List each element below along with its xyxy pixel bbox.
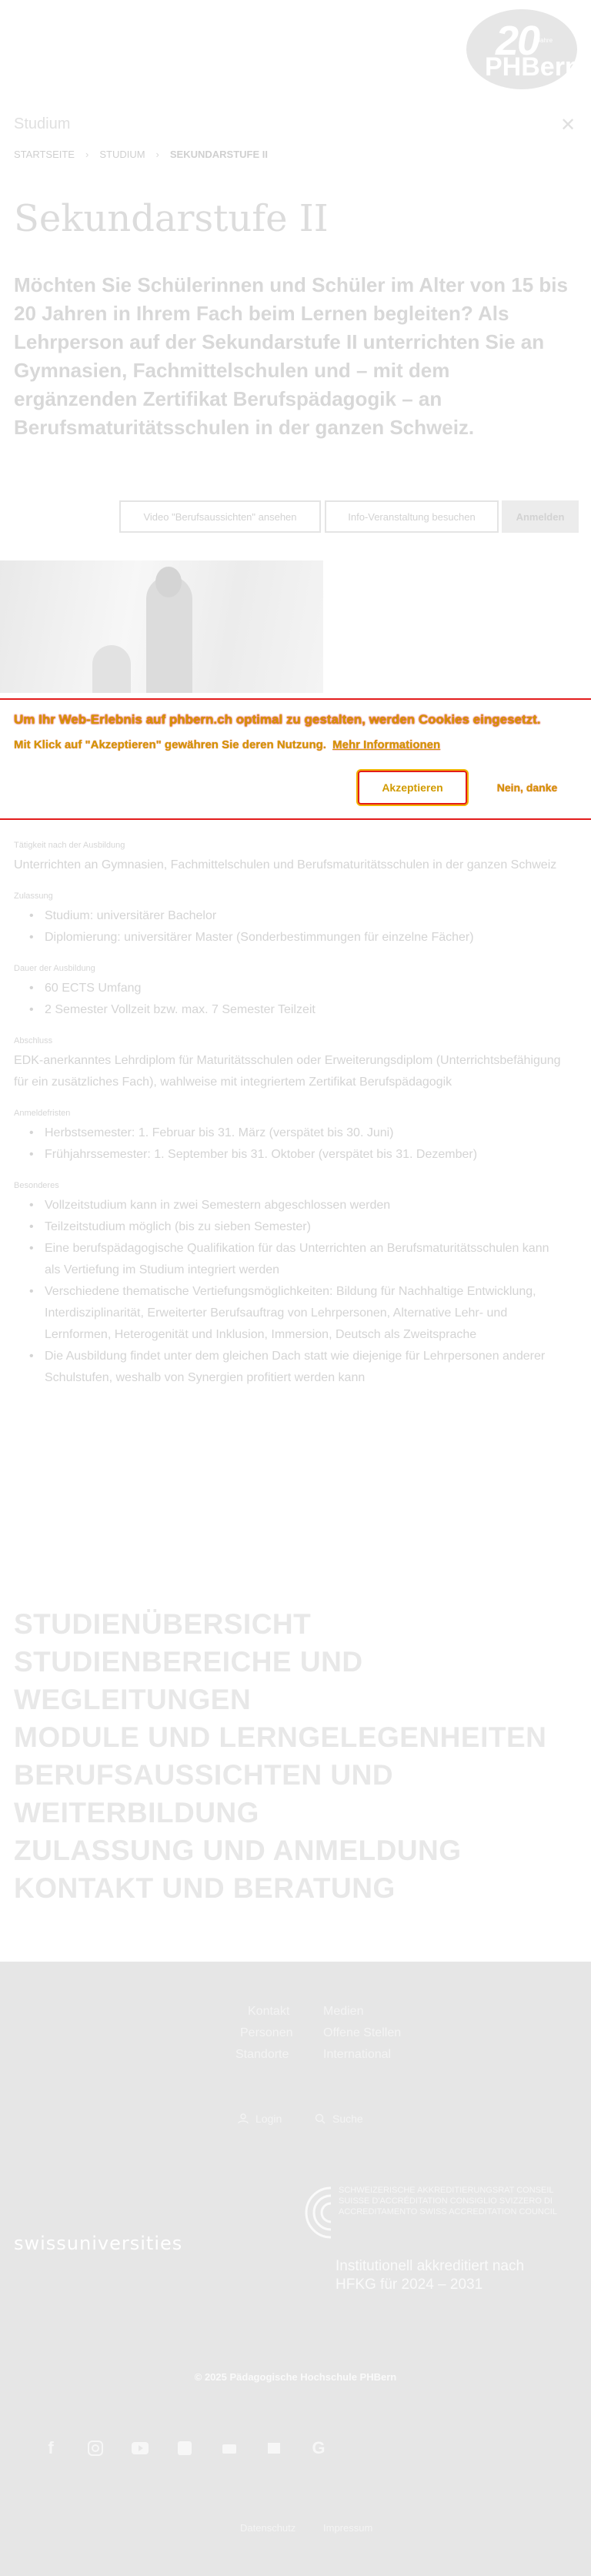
anmelden-button[interactable]: Anmelden [502, 500, 579, 533]
youtube-icon[interactable] [129, 2437, 151, 2459]
cookie-consent-sentence: Mit Klick auf "Akzeptieren" gewähren Sie… [14, 738, 326, 751]
cookie-banner: Um Ihr Web-Erlebnis auf phbern.ch optima… [0, 698, 591, 820]
footer-link-offene-stellen[interactable]: Offene Stellen [323, 2026, 401, 2040]
fact-text: Unterrichten an Gymnasien, Fachmittelsch… [14, 858, 557, 871]
cookie-more-info-link[interactable]: Mehr Informationen [332, 738, 440, 751]
fact-anmeldefristen: Anmeldefristen Herbstsemester: 1. Februa… [14, 1109, 568, 1166]
podcast-icon[interactable] [219, 2437, 240, 2459]
fact-label: Zulassung [14, 892, 53, 901]
footer-link-international[interactable]: International [323, 2048, 391, 2062]
section-label[interactable]: Studium [14, 115, 70, 133]
swissuniversities-logo[interactable]: swissuniversities [14, 2233, 182, 2254]
fact-text: EDK-anerkanntes Lehrdiplom für Maturität… [14, 1054, 561, 1089]
list-item: Diplomierung: universitärer Master (Sond… [14, 927, 568, 948]
page: 20 Jahre PHBern Studium ✕ STARTSEITE › S… [0, 0, 591, 2576]
login-link[interactable]: Login [237, 2113, 282, 2125]
cookie-consent-text: Mit Klick auf "Akzeptieren" gewähren Sie… [14, 738, 440, 751]
copyright: © 2025 Pädagogische Hochschule PHBern [194, 2371, 397, 2383]
search-label: Suche [332, 2113, 363, 2125]
footer-link-medien[interactable]: Medien [323, 2005, 363, 2019]
hero-image [0, 560, 323, 693]
fact-label: Besonderes [14, 1181, 59, 1190]
cookie-decline-button[interactable]: Nein, danke [477, 771, 577, 805]
facts-section: Tätigkeit nach der Ausbildung Unterricht… [14, 841, 568, 1404]
datenschutz-link[interactable]: Datenschutz [240, 2522, 296, 2534]
cookie-text: Um Ihr Web-Erlebnis auf phbern.ch optima… [14, 712, 541, 727]
close-icon[interactable]: ✕ [560, 114, 576, 136]
list-item: Herbstsemester: 1. Februar bis 31. März … [14, 1122, 568, 1144]
nav-zulassung[interactable]: ZULASSUNG UND ANMELDUNG [14, 1832, 591, 1869]
breadcrumb-startseite[interactable]: STARTSEITE [14, 149, 75, 160]
list-item: Studium: universitärer Bachelor [14, 905, 568, 927]
fact-zulassung: Zulassung Studium: universitärer Bachelo… [14, 892, 568, 948]
fact-abschluss: Abschluss EDK-anerkanntes Lehrdiplom für… [14, 1036, 568, 1093]
list-item: 2 Semester Vollzeit bzw. max. 7 Semester… [14, 999, 568, 1021]
social-links: f G [40, 2437, 329, 2459]
fact-list: Studium: universitärer Bachelor Diplomie… [14, 905, 568, 948]
instagram-icon[interactable] [85, 2437, 106, 2459]
login-label: Login [255, 2113, 282, 2125]
list-item: Teilzeitstudium möglich (bis zu sieben S… [14, 1216, 568, 1238]
site-footer: Kontakt Personen Standorte Medien Offene… [0, 1962, 591, 2576]
fact-dauer: Dauer der Ausbildung 60 ECTS Umfang 2 Se… [14, 964, 568, 1021]
footer-link-standorte[interactable]: Standorte [235, 2048, 289, 2062]
fact-label: Anmeldefristen [14, 1109, 71, 1118]
search-icon [314, 2113, 326, 2125]
breadcrumb-separator: › [155, 149, 159, 160]
fact-label: Dauer der Ausbildung [14, 964, 95, 973]
nav-berufsaussichten[interactable]: BERUFSAUSSICHTEN UND WEITERBILDUNG [14, 1756, 591, 1832]
fact-label: Abschluss [14, 1036, 53, 1045]
page-title: Sekundarstufe II [14, 197, 329, 240]
user-icon [237, 2113, 249, 2125]
footer-link-kontakt[interactable]: Kontakt [248, 2005, 289, 2019]
list-item: 60 ECTS Umfang [14, 978, 568, 999]
logo-jahre: Jahre [537, 37, 553, 44]
page-lead: Möchten Sie Schülerinnen und Schüler im … [14, 273, 568, 439]
logo-brand: PHBern [485, 52, 581, 82]
accreditation-statement: Institutionell akkreditiert nach HFKG fü… [336, 2258, 525, 2293]
breadcrumb-separator: › [85, 149, 89, 160]
footer-link-personen[interactable]: Personen [240, 2026, 293, 2040]
nav-studienuebersicht[interactable]: STUDIENÜBERSICHT [14, 1605, 591, 1643]
search-link[interactable]: Suche [314, 2113, 363, 2125]
list-item: Eine berufspädagogische Qualifikation fü… [14, 1238, 568, 1281]
list-item: Vollzeitstudium kann in zwei Semestern a… [14, 1195, 568, 1216]
video-button[interactable]: Video "Berufsaussichten" ansehen [119, 500, 321, 533]
facebook-icon[interactable]: f [40, 2437, 62, 2459]
linkedin-icon[interactable] [174, 2437, 195, 2459]
info-event-button[interactable]: Info-Veranstaltung besuchen [325, 500, 499, 533]
photo-figure [92, 645, 131, 693]
photo-figure [155, 567, 182, 597]
impressum-link[interactable]: Impressum [323, 2522, 372, 2534]
fact-taetigkeit: Tätigkeit nach der Ausbildung Unterricht… [14, 841, 568, 876]
fact-label: Tätigkeit nach der Ausbildung [14, 841, 125, 850]
list-item: Die Ausbildung findet unter dem gleichen… [14, 1346, 568, 1389]
nav-kontakt[interactable]: KONTAKT UND BERATUNG [14, 1869, 591, 1907]
breadcrumb-current: SEKUNDARSTUFE II [169, 149, 269, 160]
fact-list: Herbstsemester: 1. Februar bis 31. März … [14, 1122, 568, 1166]
study-nav: STUDIENÜBERSICHT STUDIENBEREICHE UND WEG… [14, 1605, 591, 1907]
cookie-accept-button[interactable]: Akzeptieren [358, 771, 467, 805]
list-item: Frühjahrssemester: 1. September bis 31. … [14, 1144, 568, 1166]
fact-list: 60 ECTS Umfang 2 Semester Vollzeit bzw. … [14, 978, 568, 1021]
phbern-logo[interactable]: 20 Jahre PHBern [466, 9, 581, 89]
list-item: Verschiedene thematische Vertiefungsmögl… [14, 1281, 568, 1346]
breadcrumb-studium[interactable]: STUDIUM [99, 149, 145, 160]
fact-list: Vollzeitstudium kann in zwei Semestern a… [14, 1195, 568, 1389]
nav-module[interactable]: MODULE UND LERNGELEGENHEITEN [14, 1718, 591, 1756]
accreditation-council-text: SCHWEIZERISCHE AKKREDITIERUNGSRAT CONSEI… [339, 2186, 557, 2216]
breadcrumb: STARTSEITE › STUDIUM › SEKUNDARSTUFE II [14, 149, 268, 160]
blog-icon[interactable] [263, 2437, 285, 2459]
cta-row: Video "Berufsaussichten" ansehen Info-Ve… [0, 500, 591, 534]
site-header: 20 Jahre PHBern [0, 0, 591, 100]
google-icon[interactable]: G [308, 2437, 329, 2459]
accreditation-logo-icon [305, 2186, 332, 2239]
nav-studienbereiche[interactable]: STUDIENBEREICHE UND WEGLEITUNGEN [14, 1643, 591, 1718]
fact-besonderes: Besonderes Vollzeitstudium kann in zwei … [14, 1181, 568, 1389]
